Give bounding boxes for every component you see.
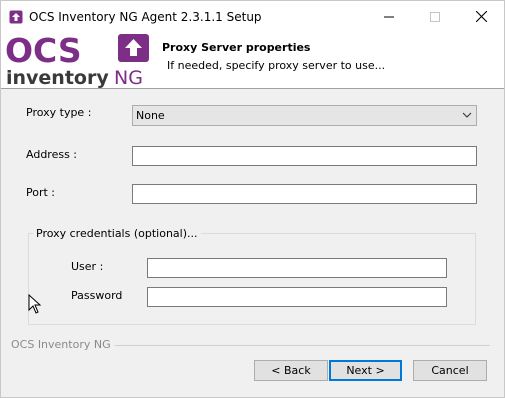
password-label: Password — [71, 289, 123, 302]
proxy-credentials-legend: Proxy credentials (optional)... — [33, 227, 201, 240]
maximize-icon — [430, 11, 440, 22]
app-icon — [9, 10, 23, 24]
wizard-body: Proxy type : None Address : Port : Proxy… — [1, 89, 504, 397]
setup-window: OCS Inventory NG Agent 2.3.1.1 Setup OCS… — [0, 0, 505, 398]
port-label: Port : — [26, 186, 56, 199]
mouse-cursor-icon — [28, 294, 42, 314]
port-input[interactable] — [132, 184, 477, 204]
svg-text:NG: NG — [114, 67, 143, 88]
back-button[interactable]: < Back — [254, 360, 328, 381]
user-input[interactable] — [147, 258, 447, 278]
close-button[interactable] — [458, 1, 504, 32]
close-icon — [475, 11, 487, 22]
window-title: OCS Inventory NG Agent 2.3.1.1 Setup — [29, 10, 262, 24]
address-label: Address : — [26, 148, 78, 161]
proxy-type-label: Proxy type : — [26, 106, 92, 119]
page-title: Proxy Server properties — [162, 41, 311, 54]
maximize-button[interactable] — [412, 1, 458, 32]
page-subtitle: If needed, specify proxy server to use..… — [167, 59, 386, 72]
user-label: User : — [71, 260, 104, 273]
proxy-type-value: None — [136, 109, 165, 122]
proxy-type-select[interactable]: None — [132, 105, 477, 126]
wizard-header: OCS inventory NG Proxy Server properties… — [1, 32, 504, 89]
proxy-credentials-group — [28, 233, 476, 325]
next-button[interactable]: Next > — [329, 360, 402, 381]
minimize-button[interactable] — [366, 1, 412, 32]
svg-text:OCS: OCS — [5, 32, 82, 70]
address-input[interactable] — [132, 146, 477, 166]
title-bar[interactable]: OCS Inventory NG Agent 2.3.1.1 Setup — [1, 1, 504, 32]
ocs-inventory-logo: OCS inventory NG — [5, 32, 149, 88]
svg-text:inventory: inventory — [6, 67, 109, 88]
minimize-icon — [384, 16, 394, 17]
chevron-down-icon — [462, 112, 472, 118]
password-input[interactable] — [147, 287, 447, 307]
cancel-button[interactable]: Cancel — [413, 360, 487, 381]
footer-brand: OCS Inventory NG — [11, 338, 115, 351]
